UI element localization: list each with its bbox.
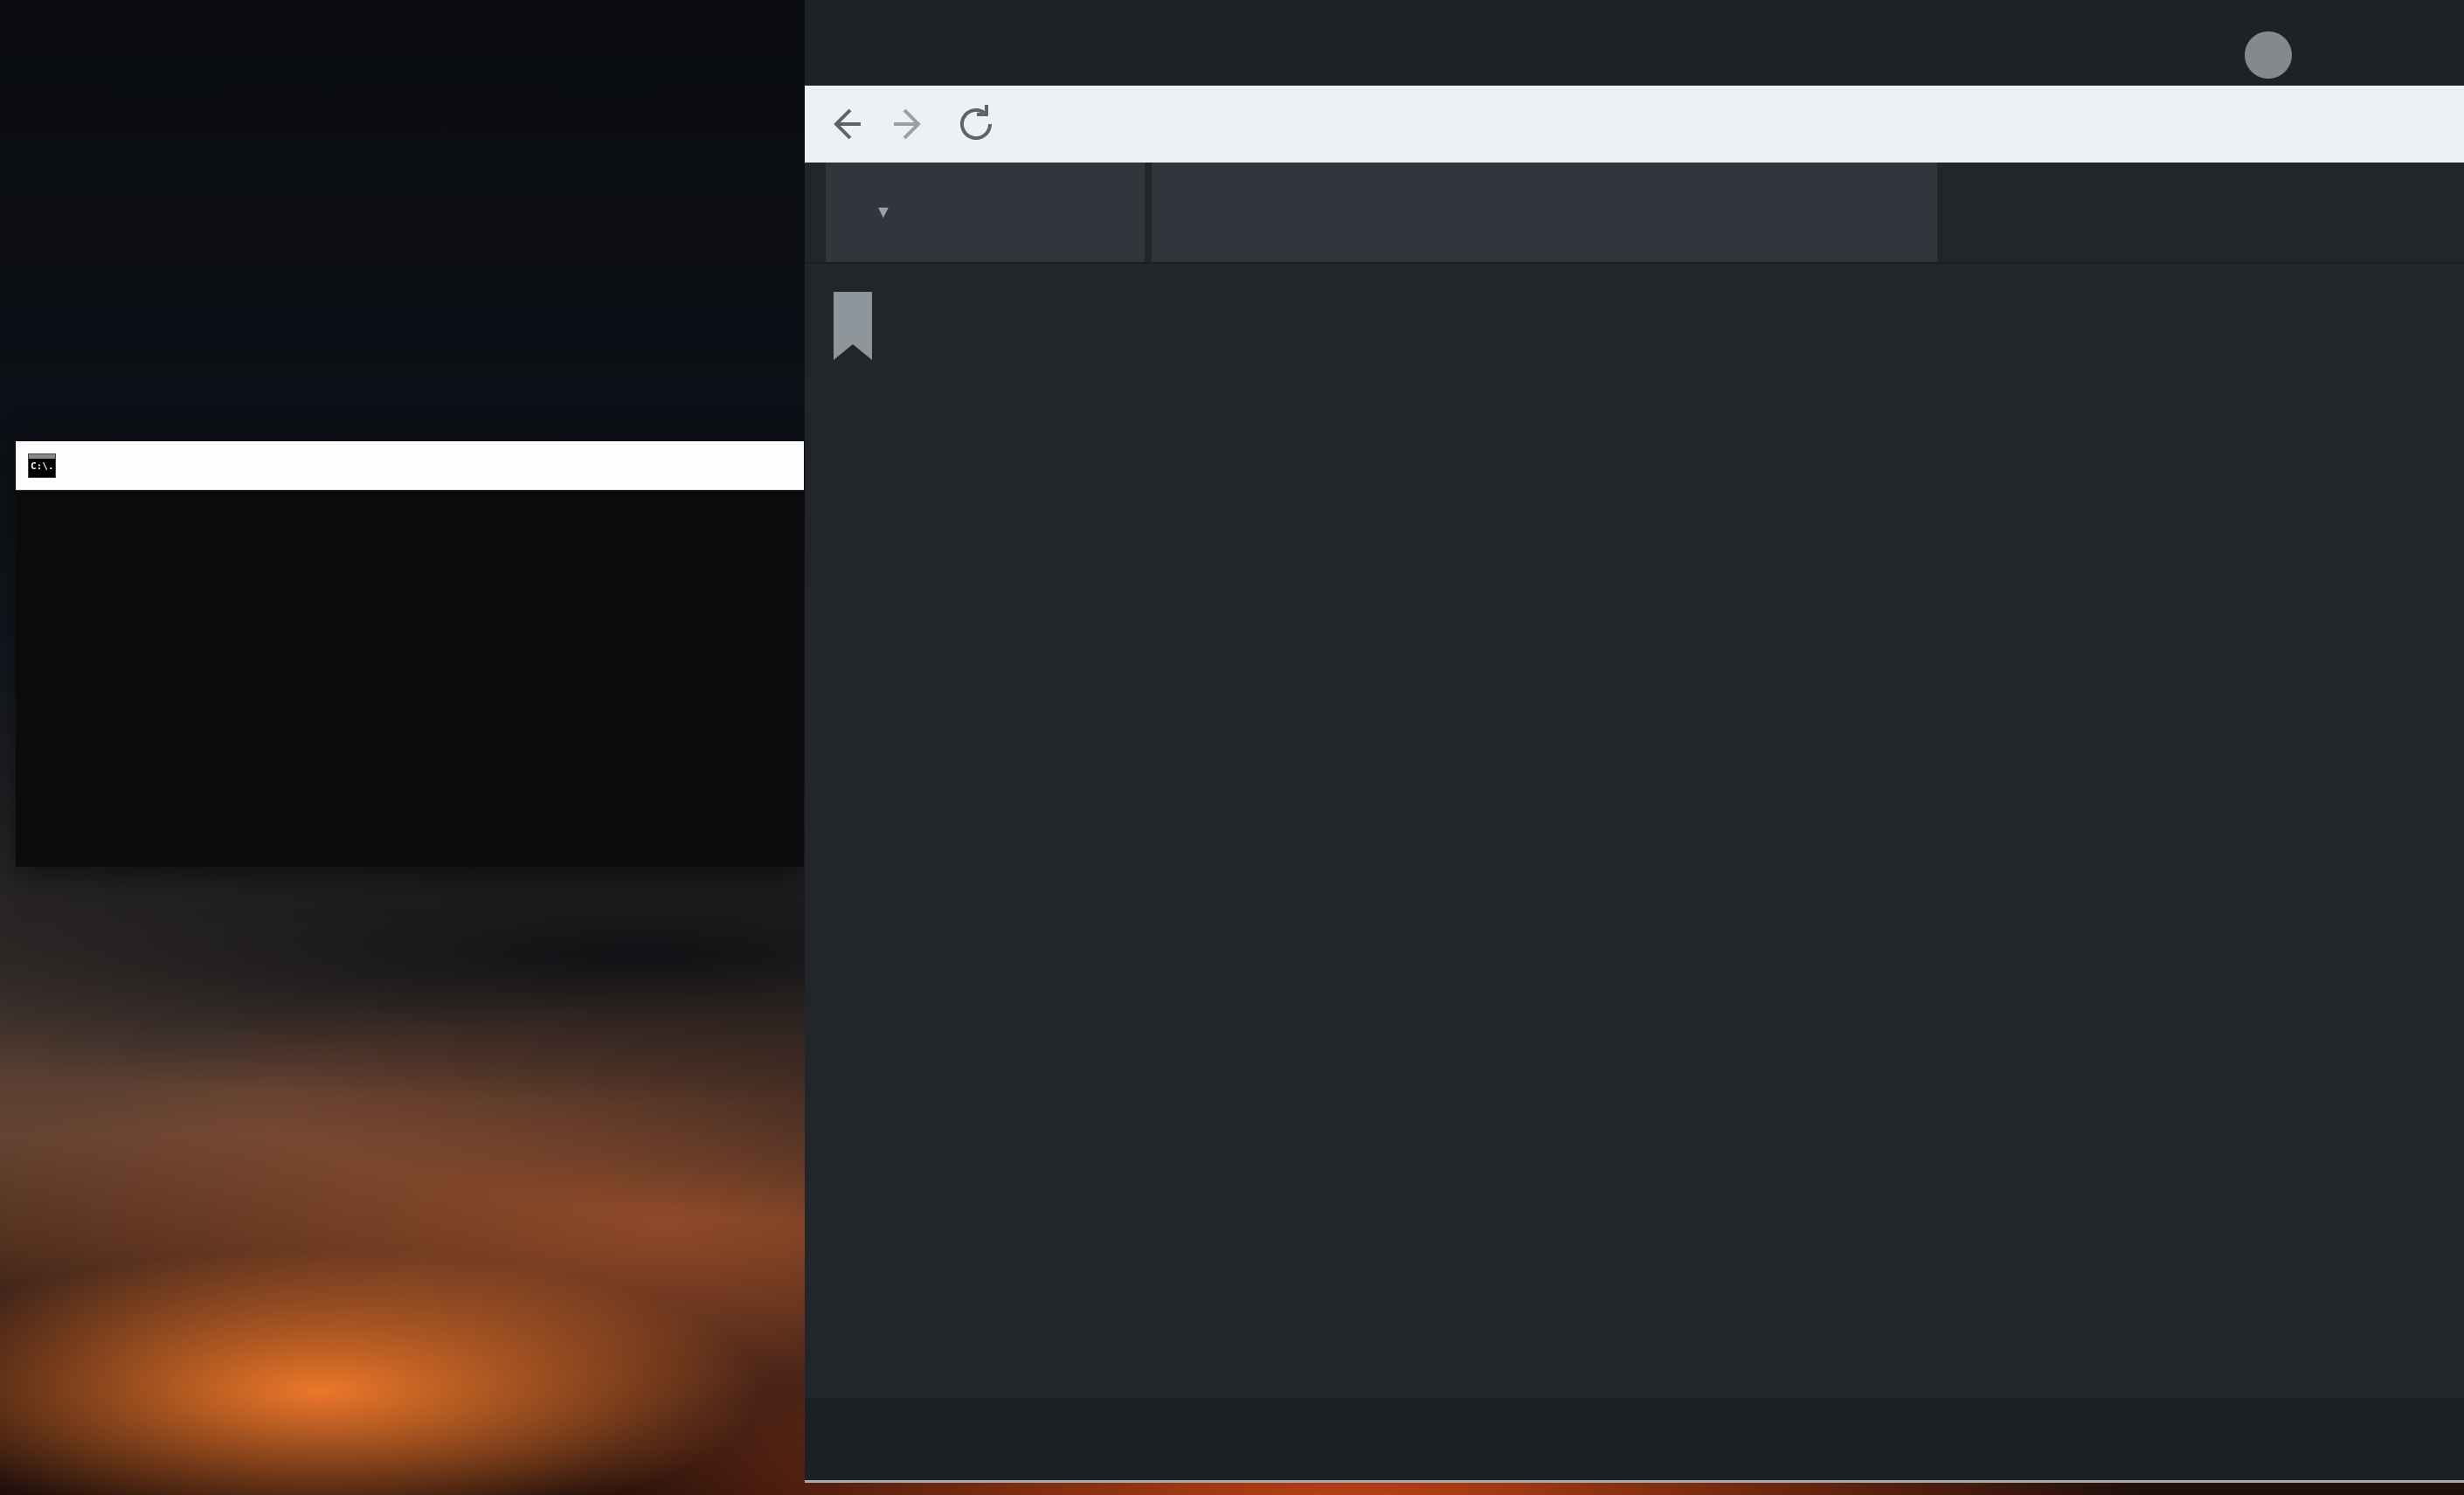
netdata-header: ▼ — [805, 163, 2464, 264]
forward-icon[interactable] — [889, 103, 931, 145]
signin-banner — [805, 1398, 2464, 1480]
terminal-titlebar[interactable] — [16, 441, 804, 490]
reload-icon[interactable] — [955, 103, 997, 145]
terminal-output[interactable] — [16, 490, 804, 867]
host-dropdown[interactable]: ▼ — [826, 163, 1145, 262]
netdata-page: ▼ — [805, 163, 2464, 1483]
header-spacer — [1152, 163, 1937, 262]
tab-strip — [805, 0, 2464, 86]
terminal-window[interactable] — [16, 441, 804, 867]
new-tab-button[interactable] — [2245, 31, 2292, 79]
chevron-down-icon: ▼ — [875, 203, 892, 223]
bookmark-icon — [832, 292, 874, 366]
browser-window: ▼ — [805, 0, 2464, 1483]
window-bottom-edge — [805, 1480, 2464, 1483]
back-icon[interactable] — [824, 103, 866, 145]
browser-toolbar — [805, 86, 2464, 163]
cmd-icon — [28, 453, 56, 478]
